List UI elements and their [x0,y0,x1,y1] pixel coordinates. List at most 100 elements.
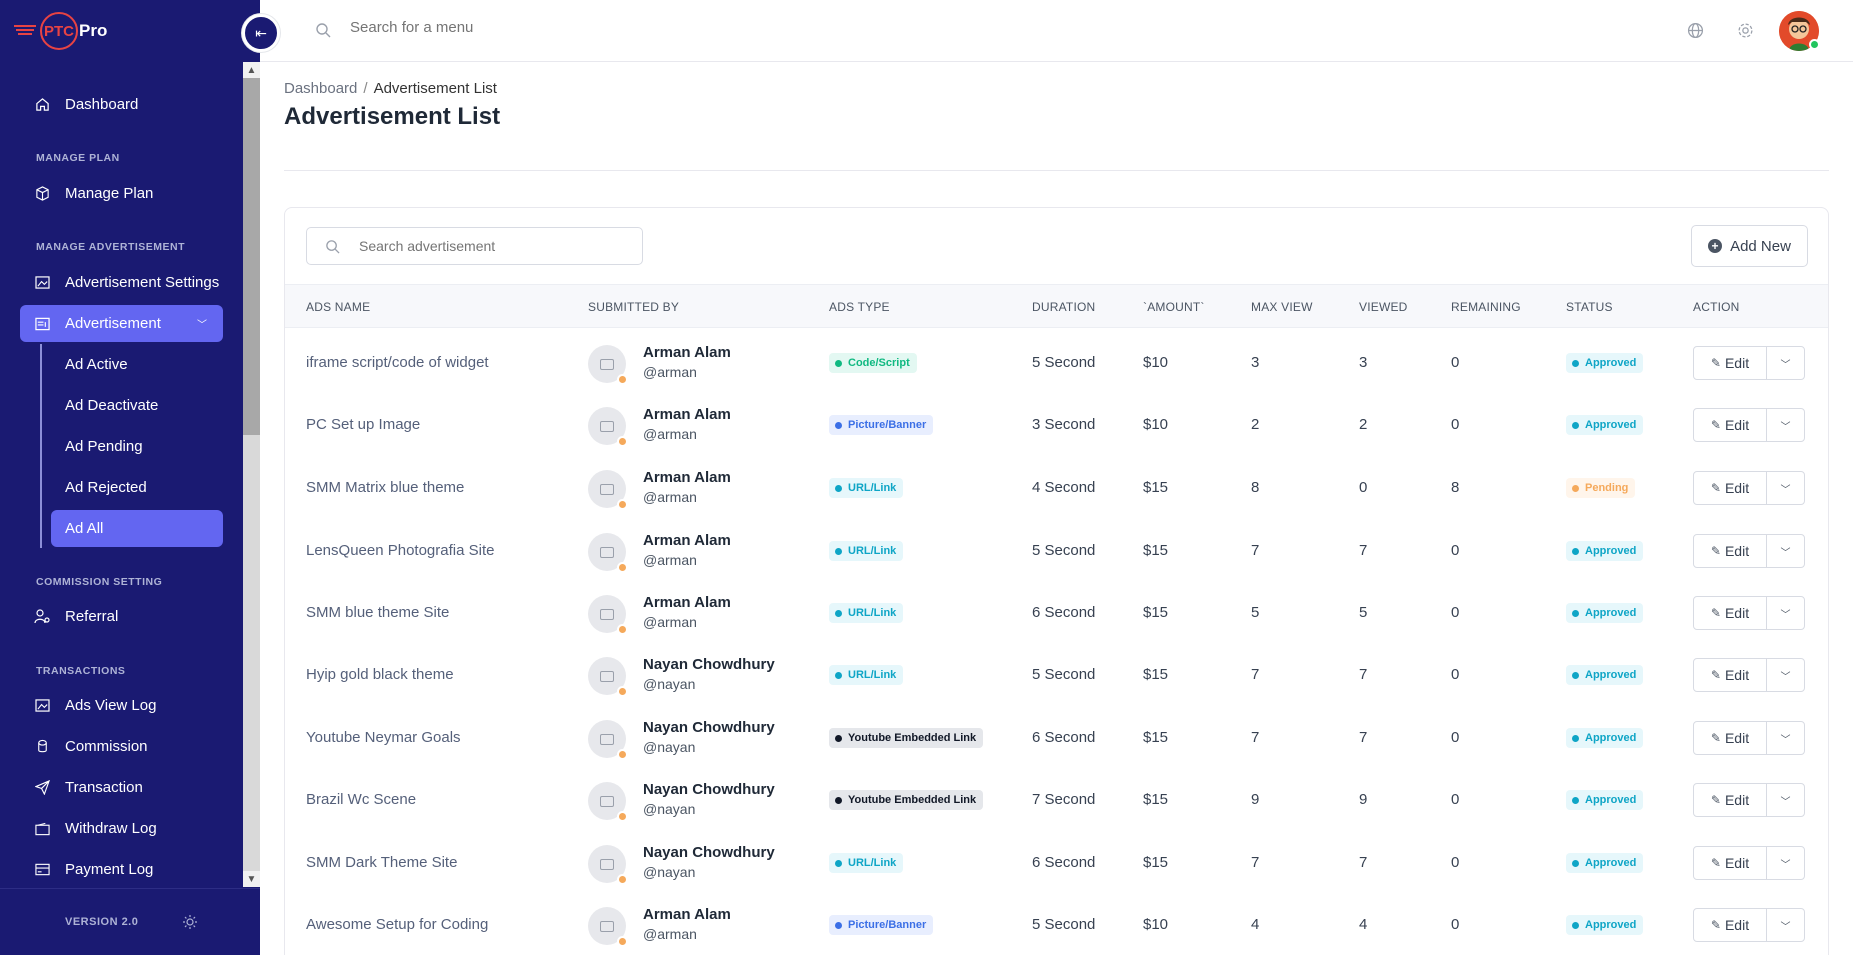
collapse-sidebar-button[interactable]: ⇤ [242,14,280,52]
action-dropdown-button[interactable]: ﹀ [1767,909,1804,941]
sidebar-subitem-ad-all[interactable]: Ad All [51,510,223,547]
sidebar-item-ads-view-log[interactable]: Ads View Log [20,687,223,724]
edit-button[interactable]: ✎ Edit [1694,659,1767,691]
ads-name: Awesome Setup for Coding [306,916,489,933]
coins-icon [34,739,50,755]
col-remaining[interactable]: REMAINING [1451,300,1521,314]
submitter-name[interactable]: Nayan Chowdhury [643,719,775,736]
duration: 6 Second [1032,604,1096,621]
sidebar-item-referral[interactable]: Referral [20,598,223,635]
submitter-name[interactable]: Nayan Chowdhury [643,844,775,861]
status-dot [617,562,628,573]
sun-icon[interactable] [182,914,198,930]
brand-name: Pro [79,21,108,40]
edit-button[interactable]: ✎ Edit [1694,722,1767,754]
sidebar-item-label: Transaction [65,779,143,796]
remaining: 8 [1451,479,1460,496]
sidebar-item-dashboard[interactable]: Dashboard [20,86,223,123]
submitter-name[interactable]: Arman Alam [643,344,731,361]
viewed: 4 [1359,916,1368,933]
col-ads-name[interactable]: ADS NAME [306,300,370,314]
edit-button[interactable]: ✎ Edit [1694,472,1767,504]
col-viewed[interactable]: VIEWED [1359,300,1408,314]
submitter-name[interactable]: Nayan Chowdhury [643,656,775,673]
submitter-handle: @arman [643,926,697,942]
edit-button[interactable]: ✎ Edit [1694,847,1767,879]
menu-search-input[interactable] [350,19,750,36]
action-dropdown-button[interactable]: ﹀ [1767,784,1804,816]
badge-dot [835,421,842,429]
edit-button[interactable]: ✎ Edit [1694,909,1767,941]
max-view: 7 [1251,729,1260,746]
duration: 3 Second [1032,416,1096,433]
scroll-down-icon[interactable]: ▼ [243,871,260,887]
edit-button[interactable]: ✎ Edit [1694,409,1767,441]
col-amount[interactable]: `AMOUNT` [1143,300,1205,314]
col-duration[interactable]: DURATION [1032,300,1095,314]
online-status-dot [1809,39,1820,50]
submitter-name[interactable]: Nayan Chowdhury [643,781,775,798]
col-max-view[interactable]: MAX VIEW [1251,300,1313,314]
submitter-handle: @nayan [643,864,696,880]
brand-logo[interactable]: PTC Pro [14,10,108,52]
badge-dot [835,796,842,804]
sidebar-subitem-ad-rejected[interactable]: Ad Rejected [51,469,223,506]
globe-icon[interactable] [1687,22,1704,39]
action-dropdown-button[interactable]: ﹀ [1767,347,1804,379]
action-dropdown-button[interactable]: ﹀ [1767,659,1804,691]
submitter-avatar [588,720,628,760]
status-label: Pending [1585,482,1629,494]
sidebar-item-withdraw-log[interactable]: Withdraw Log [20,810,223,847]
advertisement-search[interactable] [306,227,643,265]
advertisement-search-input[interactable] [359,238,629,254]
max-view: 9 [1251,791,1260,808]
edit-button[interactable]: ✎ Edit [1694,597,1767,629]
sidebar: PTC Pro Dashboard MANAGE PLAN Manage Pla… [0,0,260,955]
action-dropdown-button[interactable]: ﹀ [1767,847,1804,879]
badge-dot [835,484,842,492]
pencil-icon: ✎ [1710,544,1721,558]
submitter-name[interactable]: Arman Alam [643,532,731,549]
edit-button[interactable]: ✎ Edit [1694,535,1767,567]
sidebar-item-transaction[interactable]: Transaction [20,769,223,806]
action-dropdown-button[interactable]: ﹀ [1767,472,1804,504]
sidebar-scrollbar[interactable]: ▲ ▼ [243,62,260,887]
sidebar-item-commission[interactable]: Commission [20,728,223,765]
submitter-name[interactable]: Arman Alam [643,469,731,486]
gear-icon[interactable] [1737,22,1754,39]
sidebar-subitem-ad-active[interactable]: Ad Active [51,346,223,383]
max-view: 8 [1251,479,1260,496]
col-ads-type[interactable]: ADS TYPE [829,300,890,314]
user-gear-icon [34,609,50,625]
edit-button[interactable]: ✎ Edit [1694,347,1767,379]
sidebar-item-payment-log[interactable]: Payment Log [20,851,223,888]
sidebar-subitem-ad-deactivate[interactable]: Ad Deactivate [51,387,223,424]
submitter-name[interactable]: Arman Alam [643,594,731,611]
sidebar-subitem-ad-pending[interactable]: Ad Pending [51,428,223,465]
submitter-name[interactable]: Arman Alam [643,906,731,923]
col-status[interactable]: STATUS [1566,300,1613,314]
breadcrumb-home[interactable]: Dashboard [284,80,357,97]
action-dropdown-button[interactable]: ﹀ [1767,409,1804,441]
badge-dot [835,609,842,617]
scroll-up-icon[interactable]: ▲ [243,62,260,78]
status-label: Approved [1585,732,1637,744]
status-dot [617,874,628,885]
sidebar-item-advertisement[interactable]: Advertisement ﹀ [20,305,223,342]
action-group: ✎ Edit ﹀ [1693,408,1805,442]
action-dropdown-button[interactable]: ﹀ [1767,722,1804,754]
sidebar-item-advertisement-settings[interactable]: Advertisement Settings [20,264,223,301]
action-dropdown-button[interactable]: ﹀ [1767,535,1804,567]
action-dropdown-button[interactable]: ﹀ [1767,597,1804,629]
edit-button[interactable]: ✎ Edit [1694,784,1767,816]
sidebar-item-manage-plan[interactable]: Manage Plan [20,175,223,212]
image-icon [34,698,50,714]
ads-type-badge: URL/Link [829,665,904,685]
scrollbar-thumb[interactable] [243,78,260,435]
col-submitted-by[interactable]: SUBMITTED BY [588,300,679,314]
badge-dot [1572,796,1579,804]
add-new-button[interactable]: + Add New [1691,225,1808,267]
action-group: ✎ Edit ﹀ [1693,721,1805,755]
submitter-name[interactable]: Arman Alam [643,406,731,423]
badge-dot [835,671,842,679]
